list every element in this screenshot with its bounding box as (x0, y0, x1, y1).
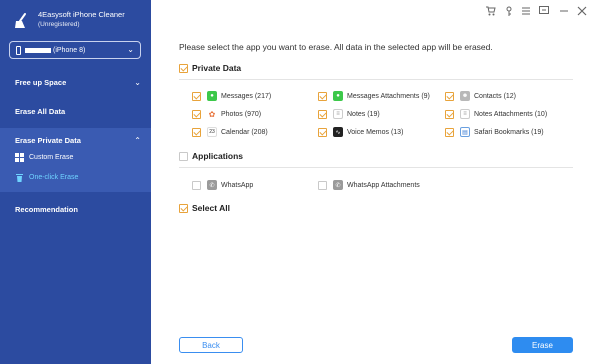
private-item-notes-attachments: ≡ Notes Attachments (10) (460, 109, 547, 119)
private-item-label: Messages Attachments (9) (347, 92, 430, 100)
app-item-label: WhatsApp (221, 181, 254, 189)
whatsapp-attachments-checkbox[interactable] (318, 181, 327, 190)
messages-icon: ● (333, 91, 343, 101)
app-name: 4Easysoft iPhone Cleaner (38, 10, 125, 19)
whatsapp-icon: ✆ (333, 180, 343, 190)
notes-checkbox[interactable] (318, 110, 327, 119)
sub-custom-erase-label: Custom Erase (29, 154, 74, 161)
instruction-text: Please select the app you want to erase.… (179, 42, 493, 52)
brand: 4Easysoft iPhone Cleaner (Unregistered) (12, 10, 125, 30)
select-all-label: Select All (192, 203, 230, 213)
private-item-voice-memos: ∿ Voice Memos (13) (333, 127, 403, 137)
broom-logo-icon (15, 13, 26, 28)
safari-bookmarks-checkbox[interactable] (445, 128, 454, 137)
chevron-down-icon: ⌄ (127, 45, 134, 54)
sub-custom-erase[interactable]: Custom Erase (15, 153, 73, 162)
contacts-icon: ☻ (460, 91, 470, 101)
photos-checkbox[interactable] (192, 110, 201, 119)
private-data-title: Private Data (192, 63, 242, 73)
registration-status: (Unregistered) (38, 21, 80, 28)
private-item-photos: ✿ Photos (970) (207, 109, 261, 119)
private-item-label: Contacts (12) (474, 92, 517, 100)
private-item-label: Messages (217) (221, 92, 272, 100)
calendar-icon: 23 (207, 127, 217, 137)
app-item-label: WhatsApp Attachments (347, 181, 420, 189)
divider (179, 79, 573, 80)
app-item-whatsapp: ✆ WhatsApp (207, 180, 253, 190)
private-item-calendar: 23 Calendar (208) (207, 127, 268, 137)
private-item-contacts: ☻ Contacts (12) (460, 91, 516, 101)
calendar-checkbox[interactable] (192, 128, 201, 137)
private-item-messages: ● Messages (217) (207, 91, 271, 101)
notes-icon: ≡ (333, 109, 343, 119)
close-icon[interactable] (576, 6, 588, 18)
private-data-checkbox[interactable] (179, 64, 188, 73)
menu-icon[interactable] (520, 6, 532, 18)
private-item-notes: ≡ Notes (19) (333, 109, 380, 119)
private-item-label: Notes Attachments (10) (474, 110, 548, 118)
device-selector[interactable]: (iPhone 8) ⌄ (9, 41, 141, 59)
select-all-checkbox[interactable] (179, 204, 188, 213)
messages-icon: ● (207, 91, 217, 101)
private-item-label: Voice Memos (13) (347, 128, 404, 136)
key-icon[interactable] (503, 6, 515, 18)
menu-recommendation-label: Recommendation (15, 205, 78, 214)
private-item-messages-attachments: ● Messages Attachments (9) (333, 91, 430, 101)
device-name-mask (25, 47, 51, 53)
cart-icon[interactable] (485, 6, 497, 18)
feedback-icon[interactable] (538, 6, 550, 18)
menu-erase-all-data[interactable]: Erase All Data (0, 104, 151, 120)
private-item-label: Safari Bookmarks (19) (474, 128, 544, 136)
messages-checkbox[interactable] (192, 92, 201, 101)
app-item-whatsapp-attachments: ✆ WhatsApp Attachments (333, 180, 420, 190)
private-item-label: Photos (970) (221, 110, 262, 118)
erase-button[interactable]: Erase (512, 337, 573, 353)
photos-icon: ✿ (207, 109, 217, 119)
bookmark-icon: ▤ (460, 127, 470, 137)
phone-icon (16, 45, 21, 55)
sub-one-click-erase-label: One-click Erase (29, 174, 79, 181)
private-item-label: Calendar (208) (221, 128, 268, 136)
menu-free-up-space-label: Free up Space (15, 78, 67, 87)
sidebar: 4Easysoft iPhone Cleaner (Unregistered) … (0, 0, 151, 364)
applications-title: Applications (192, 151, 244, 161)
minimize-icon[interactable] (558, 6, 570, 18)
whatsapp-checkbox[interactable] (192, 181, 201, 190)
chevron-down-icon: ⌄ (134, 78, 141, 87)
menu-recommendation[interactable]: Recommendation (0, 202, 151, 218)
menu-free-up-space[interactable]: Free up Space ⌄ (0, 75, 151, 91)
device-model: (iPhone 8) (53, 46, 86, 54)
menu-erase-all-data-label: Erase All Data (15, 107, 66, 116)
contacts-checkbox[interactable] (445, 92, 454, 101)
voice-memo-icon: ∿ (333, 127, 343, 137)
divider (179, 167, 573, 168)
back-button[interactable]: Back (179, 337, 243, 353)
menu-erase-private-data-label: Erase Private Data (15, 136, 81, 145)
notes-attachments-checkbox[interactable] (445, 110, 454, 119)
grid-icon (15, 153, 24, 162)
whatsapp-icon: ✆ (207, 180, 217, 190)
private-item-label: Notes (19) (347, 110, 380, 118)
menu-erase-private-data[interactable]: Erase Private Data ⌃ (0, 133, 151, 149)
notes-icon: ≡ (460, 109, 470, 119)
voice-memos-checkbox[interactable] (318, 128, 327, 137)
chevron-up-icon: ⌃ (134, 136, 141, 145)
sub-one-click-erase[interactable]: One-click Erase (15, 173, 78, 182)
private-item-safari-bookmarks: ▤ Safari Bookmarks (19) (460, 127, 544, 137)
trash-icon (16, 174, 23, 182)
messages-attachments-checkbox[interactable] (318, 92, 327, 101)
applications-checkbox[interactable] (179, 152, 188, 161)
